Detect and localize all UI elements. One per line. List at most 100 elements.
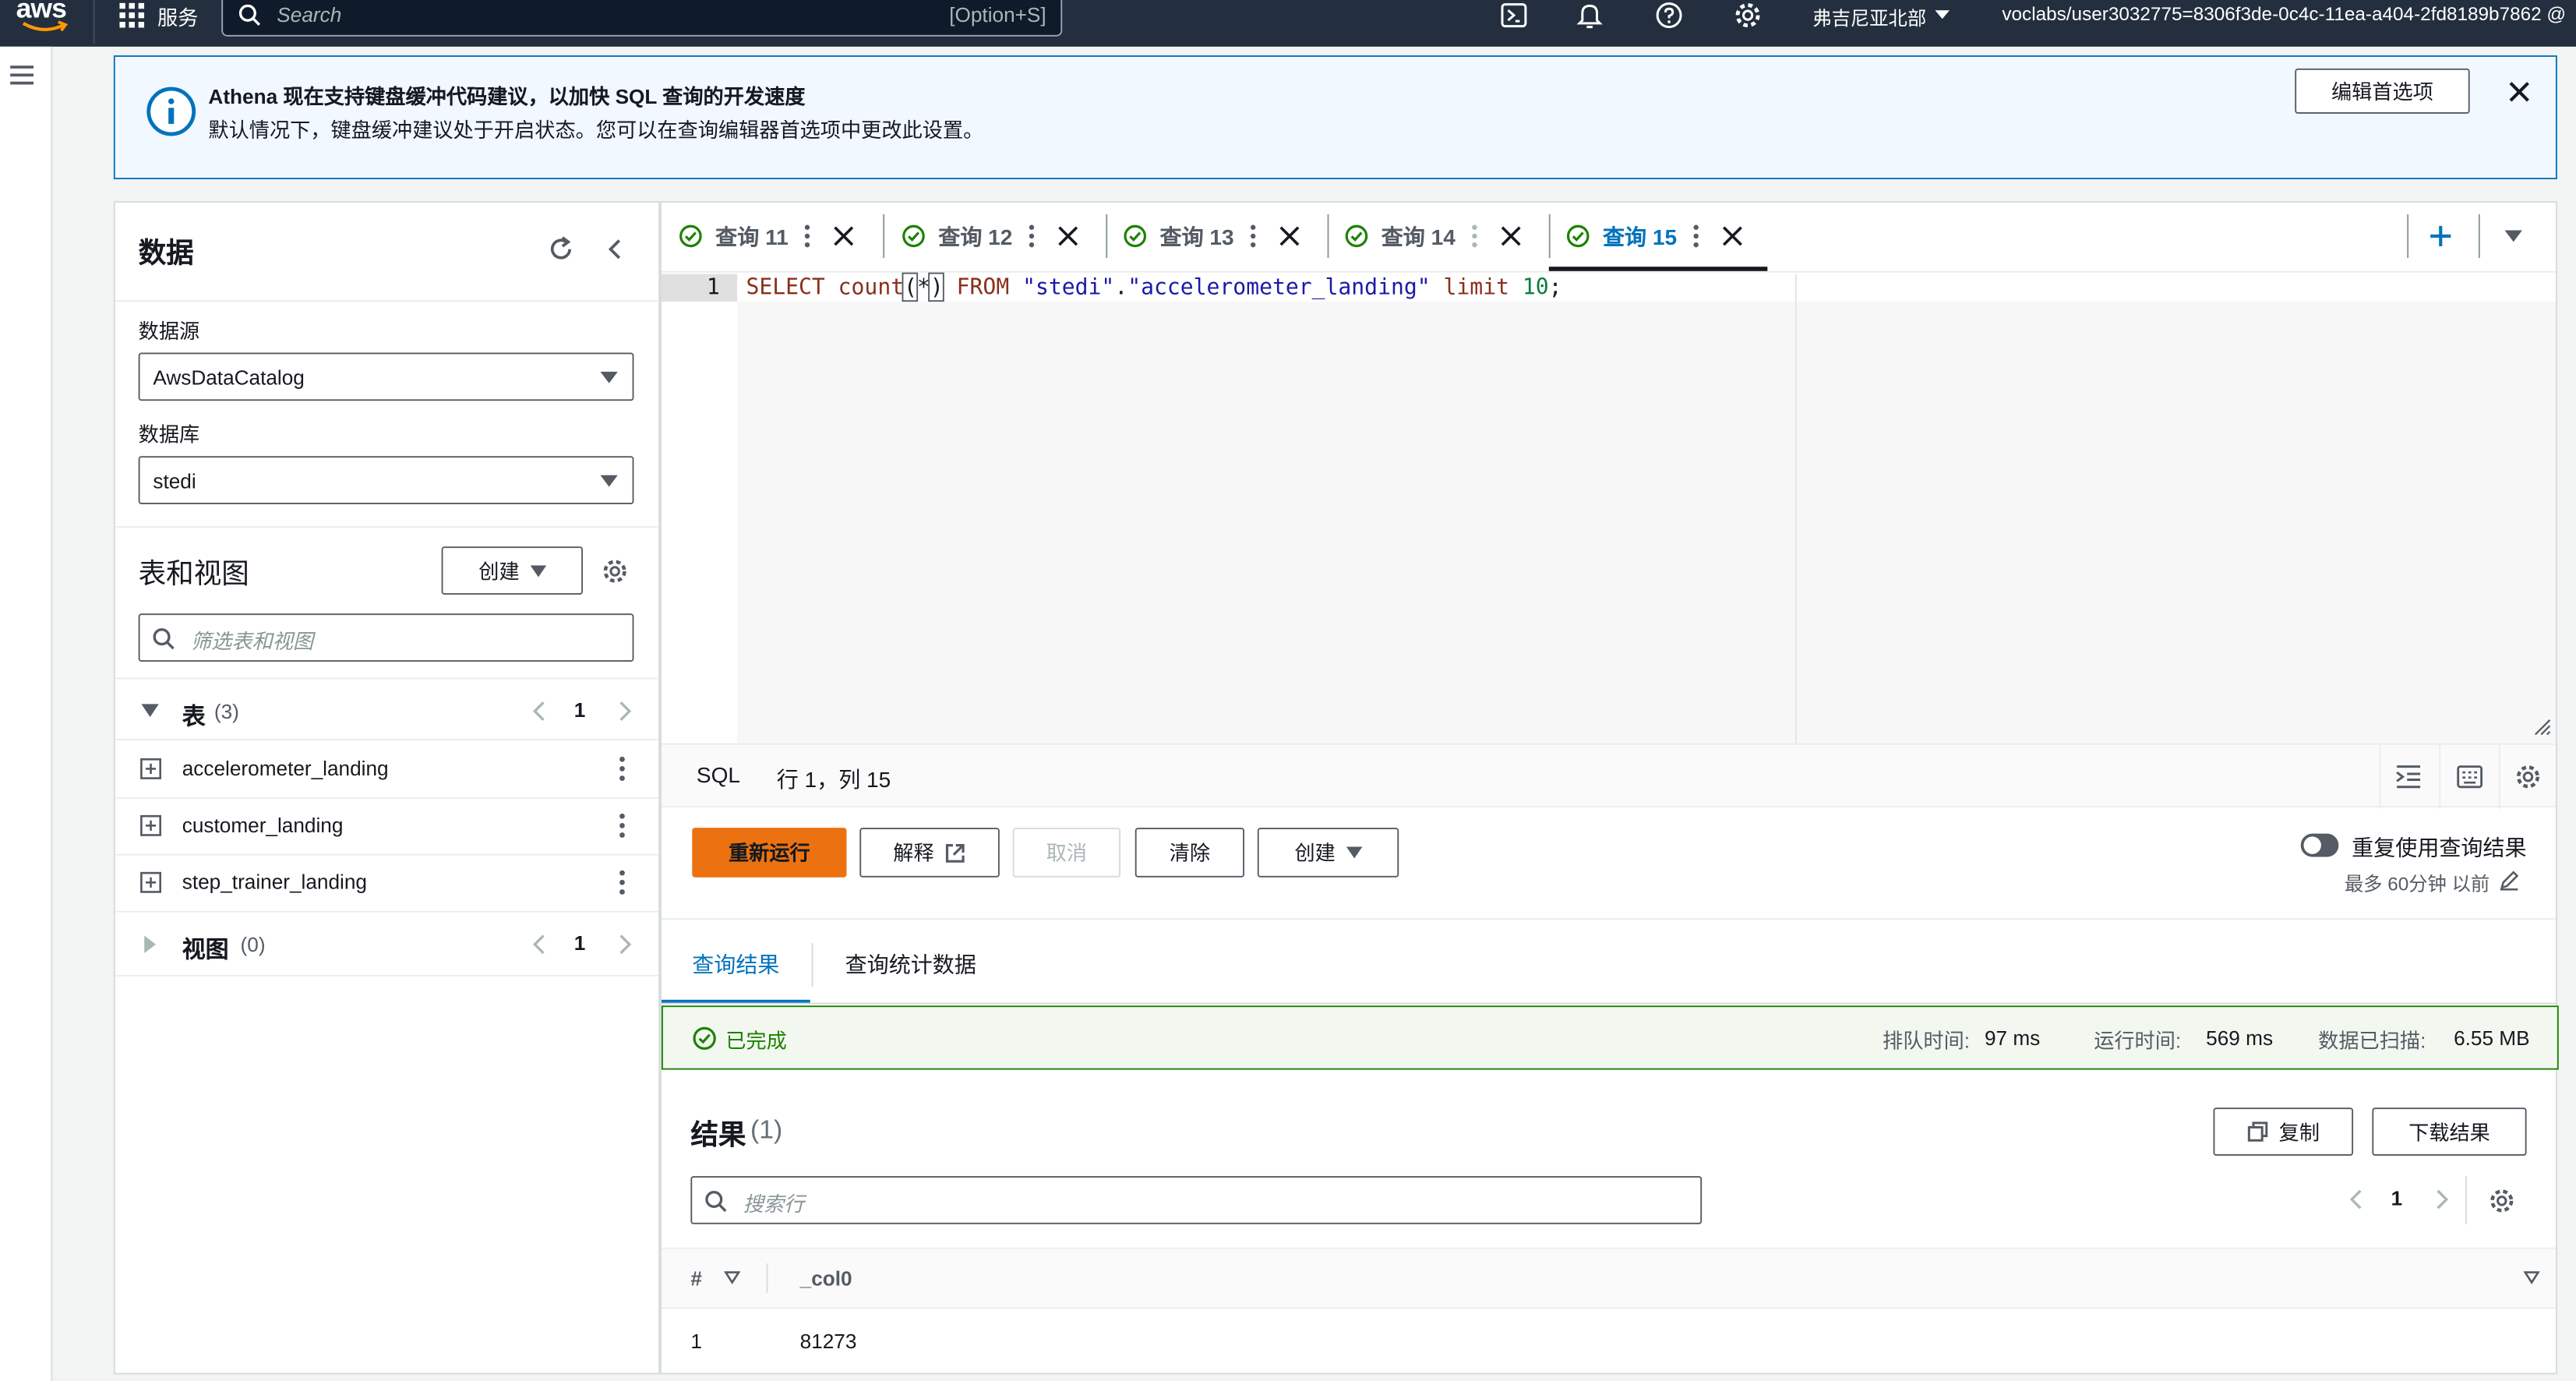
banner-title: Athena 现在支持键盘缓冲代码建议，以加快 SQL 查询的开发速度: [208, 84, 806, 108]
clear-button[interactable]: 清除: [1134, 828, 1244, 878]
search-icon: [238, 4, 261, 26]
close-banner-icon[interactable]: [2507, 80, 2531, 104]
keyboard-shortcuts-icon[interactable]: [2457, 765, 2483, 789]
pagination-next-icon[interactable]: [618, 933, 633, 956]
pagination-prev-icon[interactable]: [2348, 1188, 2363, 1211]
region-selector[interactable]: 弗吉尼亚北部: [1812, 3, 1926, 31]
column-header-index: #: [690, 1266, 702, 1290]
pagination-prev-icon[interactable]: [532, 933, 547, 956]
caret-right-collapsed-icon[interactable]: [144, 935, 157, 953]
account-menu[interactable]: voclabs/user3032775=8306f3de-0c4c-11ea-a…: [2002, 3, 2566, 25]
tab-close-icon[interactable]: [1501, 226, 1521, 246]
views-section-header[interactable]: 视图 (0) 1: [115, 913, 659, 975]
services-grid-icon[interactable]: [119, 2, 145, 28]
results-count: (1): [750, 1114, 783, 1144]
table-row[interactable]: step_trainer_landing: [115, 854, 659, 911]
success-check-icon: [1345, 224, 1368, 248]
tab-options-vertical-dots-icon[interactable]: [1693, 224, 1699, 248]
caret-down-expanded-icon[interactable]: [141, 704, 159, 718]
datasource-select[interactable]: AwsDataCatalog: [138, 352, 634, 401]
table-row[interactable]: accelerometer_landing: [115, 740, 659, 797]
table-name[interactable]: step_trainer_landing: [182, 870, 367, 893]
filter-tables-input[interactable]: 筛选表和视图: [138, 613, 634, 662]
edit-pencil-icon[interactable]: [2499, 870, 2519, 891]
search-placeholder: Search: [277, 2, 342, 26]
tables-section-header[interactable]: 表 (3) 1: [115, 682, 659, 739]
copy-results-button[interactable]: 复制: [2213, 1107, 2354, 1156]
table-actions-vertical-dots-icon[interactable]: [619, 813, 625, 838]
toggle-knob: [2303, 836, 2321, 854]
table-actions-vertical-dots-icon[interactable]: [619, 870, 625, 895]
results-page-number[interactable]: 1: [2391, 1186, 2403, 1210]
tab-close-icon[interactable]: [1722, 226, 1742, 246]
tab-query-14[interactable]: 查询 14: [1345, 203, 1521, 270]
table-row[interactable]: 1 81273: [662, 1309, 2556, 1370]
format-query-indent-icon[interactable]: [2395, 765, 2422, 789]
database-select[interactable]: stedi: [138, 456, 634, 505]
create-dropdown-button[interactable]: 创建: [1257, 828, 1399, 878]
tab-query-11[interactable]: 查询 11: [679, 203, 854, 270]
help-icon[interactable]: [1655, 2, 1683, 30]
table-name[interactable]: accelerometer_landing: [182, 757, 389, 780]
tab-close-icon[interactable]: [834, 226, 854, 246]
views-count: (0): [240, 932, 266, 956]
sort-caret-icon[interactable]: [2523, 1271, 2540, 1284]
services-menu[interactable]: 服务: [157, 3, 198, 32]
resize-handle-icon[interactable]: [2534, 719, 2551, 736]
row-value-col0[interactable]: 81273: [800, 1329, 857, 1352]
tables-page-number[interactable]: 1: [574, 698, 586, 722]
expand-plus-icon[interactable]: [140, 871, 162, 893]
reuse-results-toggle[interactable]: [2300, 833, 2339, 857]
tab-query-12[interactable]: 查询 12: [902, 203, 1078, 270]
cancel-button[interactable]: 取消: [1012, 828, 1121, 878]
datasource-label: 数据源: [138, 319, 200, 343]
sql-string: "accelerometer_landing": [1127, 274, 1431, 301]
pagination-prev-icon[interactable]: [532, 700, 547, 723]
tab-query-stats[interactable]: 查询统计数据: [845, 948, 976, 979]
tab-query-13[interactable]: 查询 13: [1124, 203, 1300, 270]
cloudshell-icon[interactable]: [1501, 3, 1527, 28]
global-search-input[interactable]: Search [Option+S]: [221, 0, 1063, 37]
column-header-col0[interactable]: _col0: [800, 1266, 852, 1290]
pagination-next-icon[interactable]: [2435, 1188, 2450, 1211]
pagination-next-icon[interactable]: [618, 700, 633, 723]
rerun-button[interactable]: 重新运行: [692, 828, 847, 878]
caret-down-icon: [600, 475, 618, 487]
create-table-button[interactable]: 创建: [441, 546, 583, 595]
views-page-number[interactable]: 1: [574, 931, 586, 955]
tab-options-vertical-dots-icon[interactable]: [804, 224, 810, 248]
table-row[interactable]: customer_landing: [115, 797, 659, 854]
sql-function: count: [838, 274, 905, 301]
tab-query-results[interactable]: 查询结果: [692, 948, 779, 979]
refresh-icon[interactable]: [546, 235, 575, 263]
edit-preferences-button[interactable]: 编辑首选项: [2295, 68, 2470, 114]
success-check-icon: [1566, 224, 1590, 248]
search-rows-input[interactable]: 搜索行: [690, 1176, 1703, 1224]
tab-options-vertical-dots-icon[interactable]: [1471, 224, 1477, 248]
add-tab-plus-icon[interactable]: [2429, 224, 2452, 248]
expand-plus-icon[interactable]: [140, 758, 162, 779]
editor-settings-gear-icon[interactable]: [2515, 764, 2542, 790]
hamburger-menu-icon[interactable]: [10, 65, 34, 85]
results-settings-gear-icon[interactable]: [2489, 1188, 2515, 1214]
download-results-button[interactable]: 下载结果: [2372, 1107, 2527, 1156]
sort-caret-icon[interactable]: [724, 1271, 740, 1284]
tabs-overflow-caret-down-icon[interactable]: [2504, 230, 2522, 242]
tab-options-vertical-dots-icon[interactable]: [1250, 224, 1256, 248]
table-actions-vertical-dots-icon[interactable]: [619, 756, 625, 782]
table-name[interactable]: customer_landing: [182, 813, 344, 836]
divider: [115, 975, 659, 977]
sql-code-line[interactable]: SELECT count(*) FROM "stedi"."accelerome…: [746, 272, 1562, 302]
settings-gear-icon[interactable]: [1734, 2, 1762, 30]
tab-close-icon[interactable]: [1057, 226, 1078, 246]
sql-editor[interactable]: 1 SELECT count(*) FROM "stedi"."accelero…: [661, 272, 2556, 743]
database-value: stedi: [153, 468, 196, 493]
tab-query-15-active[interactable]: 查询 15: [1566, 203, 1742, 270]
tab-options-vertical-dots-icon[interactable]: [1029, 224, 1034, 248]
table-settings-gear-icon[interactable]: [602, 558, 628, 585]
expand-plus-icon[interactable]: [140, 814, 162, 836]
collapse-panel-chevron-left-icon[interactable]: [606, 238, 623, 261]
notifications-bell-icon[interactable]: [1576, 2, 1603, 30]
tab-close-icon[interactable]: [1279, 226, 1300, 246]
explain-button[interactable]: 解释: [859, 828, 1000, 878]
